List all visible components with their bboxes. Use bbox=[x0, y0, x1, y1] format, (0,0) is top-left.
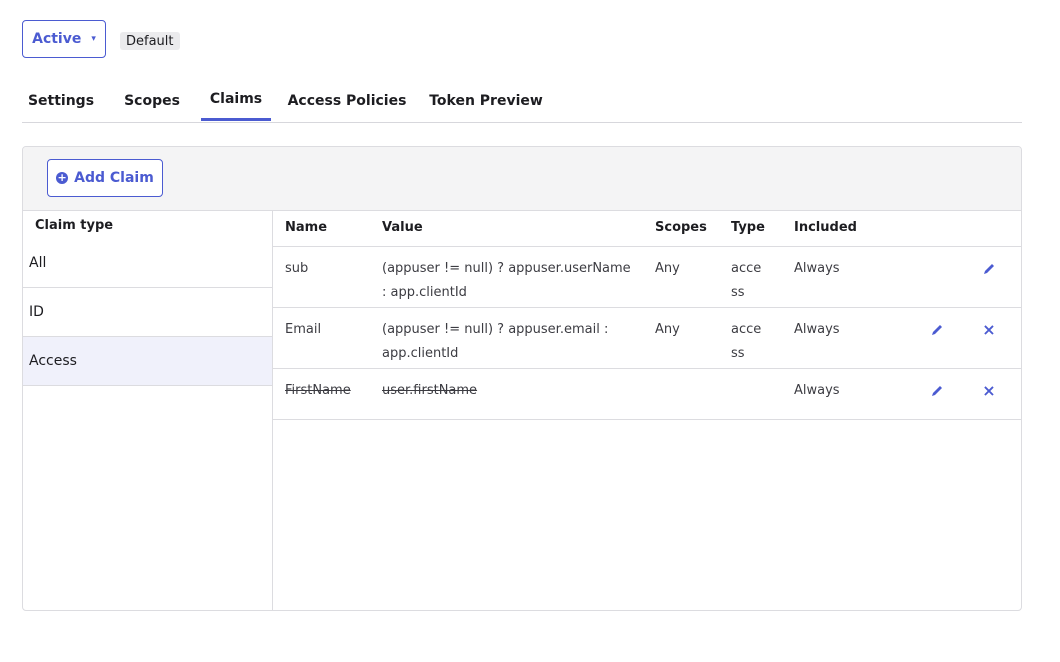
claim-value-line: app.clientId bbox=[382, 346, 459, 361]
edit-claim-button[interactable] bbox=[979, 259, 999, 279]
tab-settings[interactable]: Settings bbox=[22, 80, 100, 121]
page: Active ▾ Default Settings Scopes Claims … bbox=[0, 0, 1060, 662]
status-dropdown[interactable]: Active ▾ bbox=[22, 20, 106, 58]
pencil-icon bbox=[932, 325, 942, 335]
claim-type-line: ss bbox=[731, 346, 745, 361]
claim-type-list: Claim type All ID Access bbox=[23, 210, 273, 610]
column-header-value: Value bbox=[382, 220, 423, 235]
claim-type: acce ss bbox=[731, 257, 761, 305]
edit-claim-button[interactable] bbox=[927, 381, 947, 401]
tab-token-preview[interactable]: Token Preview bbox=[426, 80, 546, 121]
table-row: FirstName user.firstName Always × bbox=[273, 369, 1021, 420]
add-claim-label: Add Claim bbox=[74, 170, 154, 186]
edit-claim-button[interactable] bbox=[927, 320, 947, 340]
delete-claim-button[interactable]: × bbox=[979, 381, 999, 401]
claim-type-line: acce bbox=[731, 322, 762, 337]
claim-type-access[interactable]: Access bbox=[23, 337, 272, 386]
claim-name: Email bbox=[285, 322, 322, 337]
claim-scopes: Any bbox=[655, 261, 680, 276]
column-header-type: Type bbox=[731, 220, 765, 235]
close-icon: × bbox=[982, 381, 996, 400]
claim-type-label: All bbox=[29, 255, 47, 271]
claim-type-all[interactable]: All bbox=[23, 239, 272, 288]
claim-included: Always bbox=[794, 322, 840, 337]
table-row: Email (appuser != null) ? appuser.email … bbox=[273, 308, 1021, 369]
caret-down-icon: ▾ bbox=[91, 34, 96, 44]
tab-scopes[interactable]: Scopes bbox=[114, 80, 190, 121]
table-row: sub (appuser != null) ? appuser.userName… bbox=[273, 247, 1021, 308]
claims-panel: + Add Claim Claim type All ID Access Nam… bbox=[22, 146, 1022, 611]
claim-value-line: : app.clientId bbox=[382, 285, 467, 300]
delete-claim-button[interactable]: × bbox=[979, 320, 999, 340]
claim-type-id[interactable]: ID bbox=[23, 288, 272, 337]
claim-included: Always bbox=[794, 261, 840, 276]
add-claim-button[interactable]: + Add Claim bbox=[47, 159, 163, 197]
claim-type-header: Claim type bbox=[35, 218, 114, 233]
claim-type-line: ss bbox=[731, 285, 745, 300]
plus-circle-icon: + bbox=[56, 171, 69, 184]
claim-value: (appuser != null) ? appuser.userName : a… bbox=[382, 257, 642, 305]
column-header-name: Name bbox=[285, 220, 328, 235]
default-badge: Default bbox=[120, 32, 180, 50]
claim-value-line: (appuser != null) ? appuser.email : bbox=[382, 322, 609, 337]
claim-value: (appuser != null) ? appuser.email : app.… bbox=[382, 318, 642, 366]
claims-table: Name Value Scopes Type Included sub (app… bbox=[273, 210, 1021, 610]
tab-claims[interactable]: Claims bbox=[201, 80, 271, 121]
claim-value: user.firstName bbox=[382, 383, 478, 398]
close-icon: × bbox=[982, 320, 996, 339]
claim-value-line: (appuser != null) ? appuser.userName bbox=[382, 261, 631, 276]
column-header-scopes: Scopes bbox=[655, 220, 707, 235]
claim-type-line: acce bbox=[731, 261, 762, 276]
column-header-included: Included bbox=[794, 220, 857, 235]
pencil-icon bbox=[932, 386, 942, 396]
pencil-icon bbox=[984, 264, 994, 274]
claim-type: acce ss bbox=[731, 318, 761, 366]
tab-bar: Settings Scopes Claims Access Policies T… bbox=[22, 80, 1022, 123]
claim-name: FirstName bbox=[285, 383, 351, 398]
claims-toolbar: + Add Claim bbox=[23, 147, 1021, 211]
claim-scopes: Any bbox=[655, 322, 680, 337]
table-header-row: Name Value Scopes Type Included bbox=[273, 210, 1021, 247]
tab-access-policies[interactable]: Access Policies bbox=[282, 80, 412, 121]
claim-name: sub bbox=[285, 261, 309, 276]
claim-included: Always bbox=[794, 383, 840, 398]
status-label: Active bbox=[32, 31, 82, 47]
claim-type-label: Access bbox=[29, 353, 77, 369]
claim-type-label: ID bbox=[29, 304, 44, 320]
